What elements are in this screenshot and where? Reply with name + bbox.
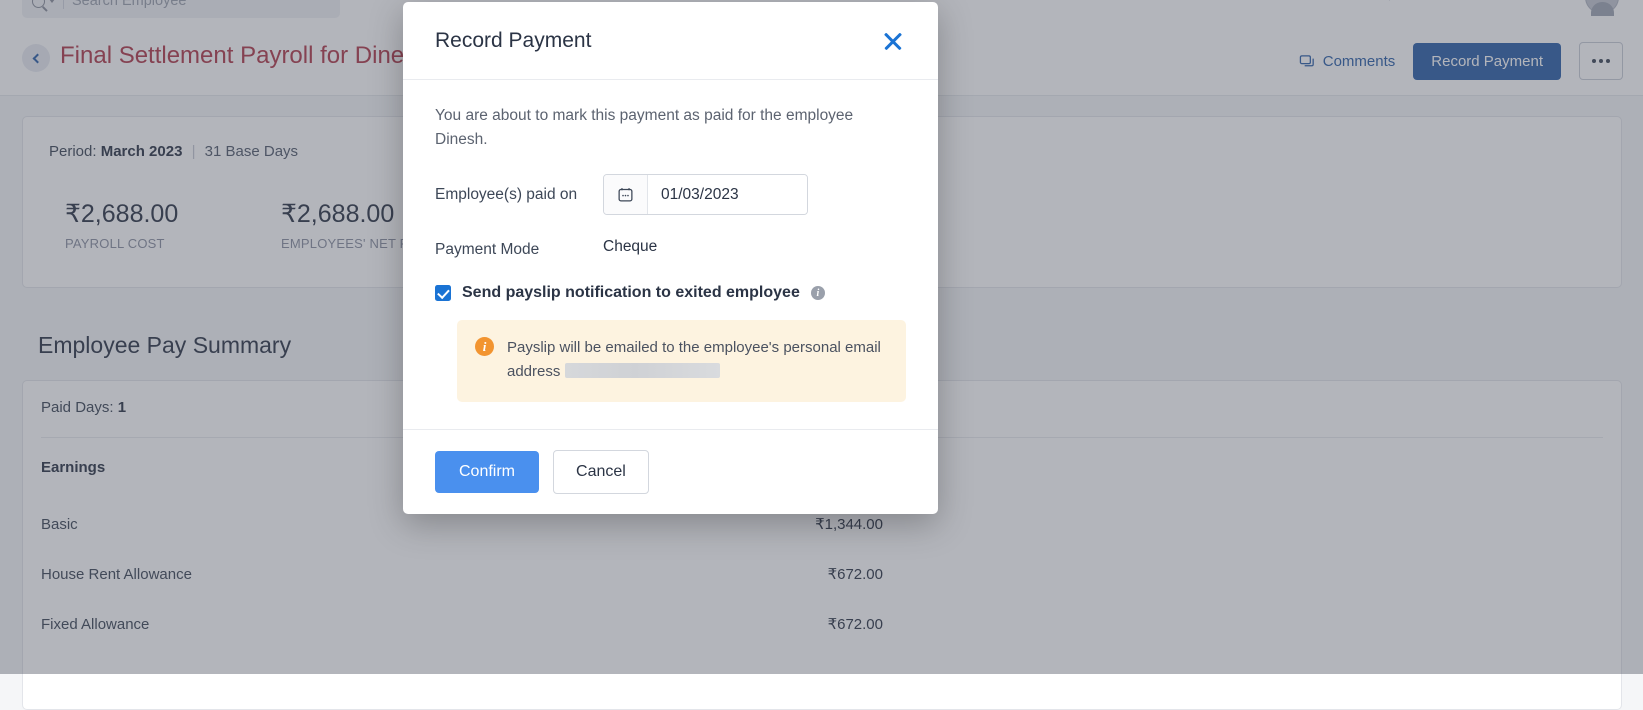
dialog-intro-text: You are about to mark this payment as pa… [435,104,875,152]
calendar-icon[interactable] [604,175,648,214]
paid-on-row: Employee(s) paid on 01/03/2023 [435,174,906,215]
redacted-email-address [565,363,720,378]
dialog-header: Record Payment [403,2,938,80]
dialog-footer: Confirm Cancel [403,429,938,514]
record-payment-dialog: Record Payment You are about to mark thi… [403,2,938,514]
cancel-button[interactable]: Cancel [553,450,649,494]
info-icon: i [475,337,494,356]
payslip-email-note-text: Payslip will be emailed to the employee'… [507,336,887,384]
close-icon[interactable] [880,28,906,54]
notify-checkbox-row: Send payslip notification to exited empl… [435,284,906,302]
send-payslip-label: Send payslip notification to exited empl… [462,284,800,302]
dialog-title: Record Payment [435,29,591,53]
payment-mode-label: Payment Mode [435,229,603,262]
paid-on-label: Employee(s) paid on [435,174,603,207]
confirm-button[interactable]: Confirm [435,451,539,493]
payment-mode-row: Payment Mode Cheque [435,229,906,262]
dialog-body: You are about to mark this payment as pa… [403,80,938,429]
paid-on-date-input[interactable]: 01/03/2023 [648,175,807,214]
send-payslip-checkbox[interactable] [435,285,451,301]
payment-mode-value: Cheque [603,229,657,256]
payslip-email-note: i Payslip will be emailed to the employe… [457,320,906,402]
info-icon[interactable]: i [811,286,825,300]
paid-on-date-field[interactable]: 01/03/2023 [603,174,808,215]
